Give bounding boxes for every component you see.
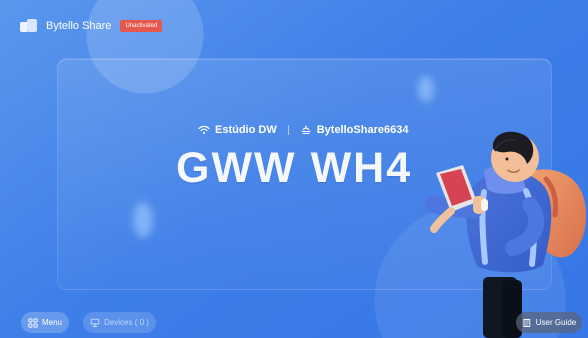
user-guide-icon: [523, 318, 531, 327]
share-info: BytelloShare6634: [300, 124, 409, 136]
user-guide-label: User Guide: [535, 318, 577, 327]
device-name: GWW WH4: [176, 144, 413, 192]
menu-button[interactable]: Menu: [21, 312, 69, 333]
brand-header: Bytello Share Unactivated: [19, 19, 163, 33]
devices-button[interactable]: Devices ( 0 ): [83, 312, 156, 333]
bytello-logo-icon: [19, 19, 38, 33]
app-name: Bytello Share: [46, 19, 112, 32]
activation-status-badge: Unactivated: [120, 20, 163, 32]
menu-grid-icon: [28, 317, 38, 328]
connection-info: Estúdio DW BytelloShare6634: [198, 124, 408, 136]
bytello-share-screen: Bytello Share Unactivated Estúdio DW Byt…: [0, 0, 588, 338]
user-guide-button[interactable]: User Guide: [516, 312, 582, 333]
share-code: BytelloShare6634: [316, 124, 409, 136]
divider: [287, 125, 289, 135]
devices-icon: [90, 318, 100, 327]
wifi-info: Estúdio DW: [198, 124, 277, 136]
share-icon: [301, 125, 311, 135]
menu-label: Menu: [41, 318, 62, 327]
devices-label: Devices ( 0 ): [104, 318, 149, 327]
wifi-name: Estúdio DW: [215, 124, 277, 136]
wifi-icon: [198, 125, 210, 134]
mascot-illustration: [425, 131, 587, 338]
